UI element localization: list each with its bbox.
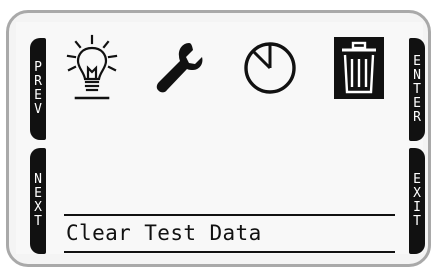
label-divider-top <box>64 214 395 216</box>
prev-label-char: E <box>34 88 42 103</box>
prev-label-char: V <box>34 102 42 117</box>
exit-button[interactable]: E X I T <box>409 148 425 254</box>
enter-label-char: T <box>413 81 421 97</box>
exit-label-char: T <box>413 214 421 229</box>
next-button[interactable]: N E X T <box>30 148 46 254</box>
enter-label-char: R <box>413 109 421 125</box>
prev-label-char: P <box>34 60 42 75</box>
enter-label-char: E <box>413 53 421 69</box>
prev-button[interactable]: P R E V <box>30 38 46 140</box>
enter-label-char: N <box>413 67 421 83</box>
next-label-char: E <box>34 186 42 201</box>
label-divider-bottom <box>64 251 395 253</box>
next-label-char: N <box>34 172 42 187</box>
prev-label-char: R <box>34 74 42 89</box>
trash-icon[interactable] <box>334 37 384 99</box>
next-label-char: X <box>34 200 42 215</box>
clock-icon[interactable] <box>242 40 298 96</box>
selected-menu-label: Clear Test Data <box>66 221 262 245</box>
exit-label-char: I <box>413 200 421 215</box>
exit-label-char: E <box>413 172 421 187</box>
enter-label-char: E <box>413 95 421 111</box>
lightbulb-icon[interactable] <box>62 34 122 104</box>
next-label-char: T <box>34 214 42 229</box>
enter-button[interactable]: E N T E R <box>409 38 425 141</box>
exit-label-char: X <box>413 186 421 201</box>
wrench-icon[interactable] <box>154 40 204 94</box>
